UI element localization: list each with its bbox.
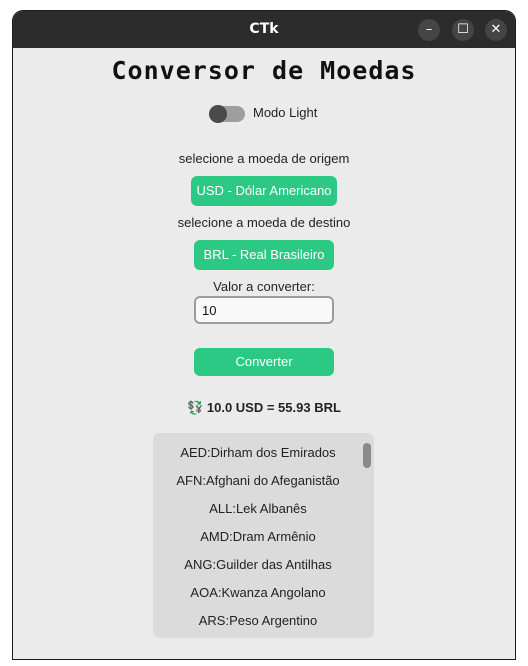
list-item[interactable]: AFN:Afghani do Afeganistão: [153, 467, 363, 495]
maximize-icon[interactable]: ☐: [452, 19, 474, 41]
title-bar[interactable]: CTk – ☐ ✕: [13, 11, 515, 48]
origin-label: selecione a moeda de origem: [178, 151, 350, 166]
list-scrollbar[interactable]: [363, 443, 371, 468]
destination-currency-button[interactable]: BRL - Real Brasileiro: [194, 240, 334, 270]
list-item[interactable]: AOA:Kwanza Angolano: [153, 579, 363, 607]
list-item[interactable]: ANG:Guilder das Antilhas: [153, 551, 363, 579]
switch-knob: [209, 105, 227, 123]
currency-exchange-icon: 💱: [187, 400, 204, 415]
destination-label: selecione a moeda de destino: [177, 215, 351, 230]
list-item[interactable]: AMD:Dram Armênio: [153, 523, 363, 551]
list-item[interactable]: AED:Dirham dos Emirados: [153, 439, 363, 467]
list-item[interactable]: ALL:Lek Albanês: [153, 495, 363, 523]
amount-field[interactable]: [194, 296, 334, 324]
theme-switch[interactable]: [209, 105, 245, 123]
page-title: Conversor de Moedas: [111, 56, 417, 85]
origin-currency-button[interactable]: USD - Dólar Americano: [191, 176, 337, 206]
list-item[interactable]: ARS:Peso Argentino: [153, 607, 363, 635]
minimize-icon[interactable]: –: [418, 19, 440, 41]
theme-switch-label[interactable]: Modo Light: [253, 105, 317, 120]
result-text: 10.0 USD = 55.93 BRL: [206, 400, 341, 415]
currency-list[interactable]: AED:Dirham dos Emirados AFN:Afghani do A…: [153, 433, 374, 638]
close-icon[interactable]: ✕: [485, 19, 507, 41]
app-window: CTk – ☐ ✕ Conversor de Moedas Modo Light…: [13, 11, 515, 659]
conversion-result: 💱 10.0 USD = 55.93 BRL: [13, 400, 515, 416]
amount-input[interactable]: [196, 298, 322, 322]
convert-button[interactable]: Converter: [194, 348, 334, 376]
main-content: Conversor de Moedas Modo Light selecione…: [13, 48, 515, 659]
amount-label: Valor a converter:: [213, 279, 315, 294]
